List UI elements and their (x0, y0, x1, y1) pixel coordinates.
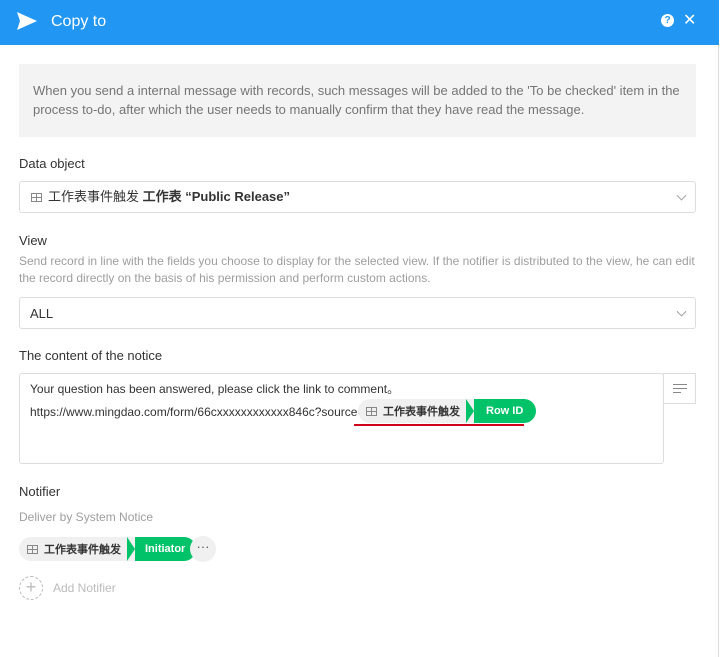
table-icon (27, 544, 38, 554)
notifier-label: Notifier (19, 484, 61, 499)
view-description: Send record in line with the fields you … (19, 254, 695, 285)
data-object-value: 工作表事件触发 工作表 “Public Release” (48, 189, 290, 205)
help-icon[interactable]: ? (661, 14, 674, 27)
chevron-down-icon (676, 190, 687, 201)
tag-source-label: 工作表事件触发 (383, 406, 460, 418)
data-object-source: 工作表事件触发 (48, 189, 140, 204)
tag-field-label: Row ID (465, 399, 537, 423)
dialog-border (718, 45, 719, 657)
view-value: ALL (30, 306, 54, 321)
tag-source: 工作表事件触发 (19, 537, 135, 561)
chevron-down-icon (676, 306, 687, 317)
data-object-select[interactable]: 工作表事件触发 工作表 “Public Release” (19, 181, 696, 213)
add-icon[interactable]: + (19, 576, 43, 600)
add-notifier-button[interactable]: Add Notifier (53, 580, 116, 596)
dialog-header: Copy to ? ✕ (0, 0, 719, 45)
view-select[interactable]: ALL (19, 297, 696, 329)
initiator-field-tag[interactable]: 工作表事件触发 Initiator (19, 537, 197, 561)
tag-field-label: Initiator (126, 537, 197, 561)
tag-source-label: 工作表事件触发 (44, 544, 121, 556)
info-text: When you send a internal message with re… (33, 83, 680, 117)
data-object-label: Data object (19, 156, 85, 171)
row-id-field-tag[interactable]: 工作表事件触发 Row ID (358, 399, 537, 423)
info-box: When you send a internal message with re… (19, 64, 696, 137)
more-options-button[interactable]: ··· (190, 536, 216, 562)
notice-label: The content of the notice (19, 348, 163, 363)
data-object-name: 工作表 “Public Release” (142, 189, 291, 204)
red-underline (354, 424, 524, 426)
list-insert-icon (673, 384, 687, 386)
notice-line-1: Your question has been answered, please … (30, 382, 400, 396)
list-insert-icon-line (673, 388, 687, 390)
list-insert-icon-line (673, 392, 681, 394)
table-icon (31, 193, 42, 202)
dialog-title: Copy to (51, 13, 107, 30)
insert-field-button[interactable] (663, 373, 696, 404)
view-label: View (19, 233, 47, 248)
send-icon (17, 12, 37, 30)
notifier-description: Deliver by System Notice (19, 510, 154, 524)
close-icon[interactable]: ✕ (683, 11, 696, 31)
tag-source: 工作表事件触发 (358, 399, 474, 423)
notice-line-2: https://www.mingdao.com/form/66cxxxxxxxx… (30, 405, 365, 419)
table-icon (366, 406, 377, 416)
notice-content-editor[interactable]: Your question has been answered, please … (19, 373, 664, 464)
